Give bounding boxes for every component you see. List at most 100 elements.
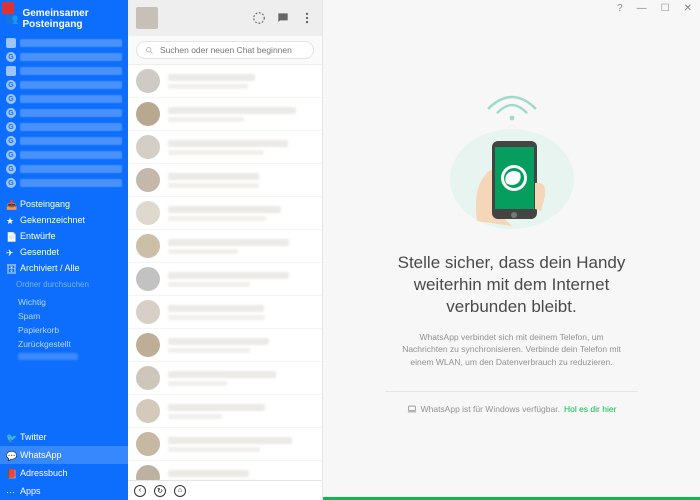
chat-name-redacted <box>168 437 292 444</box>
chat-item[interactable] <box>128 230 322 263</box>
sidebar-item-adressbuch[interactable]: 📕 Adressbuch <box>0 464 128 482</box>
subfolder-item[interactable] <box>0 351 128 362</box>
account-avatar: G <box>6 122 16 132</box>
folder-item[interactable]: 📄Entwürfe <box>0 228 128 244</box>
folder-search[interactable]: Ordner durchsuchen <box>16 280 122 289</box>
book-icon: 📕 <box>6 469 15 478</box>
subfolder-item[interactable]: Papierkorb <box>0 323 128 337</box>
chat-name-redacted <box>168 272 289 279</box>
chat-item[interactable] <box>128 263 322 296</box>
new-chat-icon[interactable] <box>276 11 290 25</box>
subfolder-item[interactable]: Wichtig <box>0 295 128 309</box>
divider <box>385 391 639 392</box>
sidebar: 👥 Gemeinsamer Posteingang GGGGGGGGG 📥Pos… <box>0 0 128 500</box>
sidebar-item-label: Adressbuch <box>20 468 68 478</box>
subfolder-item[interactable]: Zurückgestellt <box>0 337 128 351</box>
chat-avatar <box>136 234 160 258</box>
chat-item[interactable] <box>128 131 322 164</box>
chat-avatar <box>136 432 160 456</box>
chat-item[interactable] <box>128 296 322 329</box>
download-link[interactable]: Hol es dir hier <box>564 404 616 414</box>
account-avatar: G <box>6 178 16 188</box>
chat-item[interactable] <box>128 65 322 98</box>
chat-item[interactable] <box>128 329 322 362</box>
chat-name-redacted <box>168 371 276 378</box>
account-avatar: G <box>6 94 16 104</box>
folder-label: Posteingang <box>20 199 70 209</box>
chat-preview-redacted <box>168 414 222 419</box>
account-item[interactable]: G <box>0 148 128 162</box>
chat-search-input[interactable] <box>160 45 305 55</box>
sidebar-item-twitter[interactable]: 🐦Twitter <box>0 428 128 446</box>
account-avatar: G <box>6 136 16 146</box>
help-button[interactable]: ? <box>617 3 623 14</box>
chat-avatar <box>136 201 160 225</box>
download-line: WhatsApp ist für Windows verfügbar. Hol … <box>407 404 617 414</box>
chat-list-column: ‹ ↻ ⌂ <box>128 0 323 500</box>
back-icon[interactable]: ‹ <box>134 485 146 497</box>
folder-label: Entwürfe <box>20 231 56 241</box>
sidebar-item-apps[interactable]: ⋯Apps <box>0 482 128 500</box>
app-logo <box>2 2 14 14</box>
minimize-button[interactable]: — <box>637 3 647 14</box>
chat-name-redacted <box>168 206 281 213</box>
chat-preview-redacted <box>168 150 264 155</box>
maximize-button[interactable]: ☐ <box>661 3 670 14</box>
account-item[interactable]: G <box>0 78 128 92</box>
apps-icon: ⋯ <box>6 487 15 496</box>
chat-avatar <box>136 69 160 93</box>
chat-name-redacted <box>168 239 289 246</box>
account-item[interactable]: G <box>0 92 128 106</box>
chat-name-redacted <box>168 74 255 81</box>
account-name-redacted <box>20 39 122 47</box>
account-item[interactable]: G <box>0 106 128 120</box>
folder-item[interactable]: ★Gekennzeichnet <box>0 212 128 228</box>
account-item[interactable] <box>0 36 128 50</box>
account-name-redacted <box>20 53 122 61</box>
account-item[interactable]: G <box>0 120 128 134</box>
chat-item[interactable] <box>128 428 322 461</box>
sidebar-title: Gemeinsamer Posteingang <box>22 8 122 30</box>
chat-avatar <box>136 399 160 423</box>
chat-item[interactable] <box>128 362 322 395</box>
people-icon: 👥 <box>6 14 18 25</box>
folder-item[interactable]: ✈Gesendet <box>0 244 128 260</box>
chat-avatar <box>136 366 160 390</box>
chat-name-redacted <box>168 305 264 312</box>
folder-item[interactable]: 📥Posteingang <box>0 196 128 212</box>
avatar[interactable] <box>136 7 158 29</box>
home-icon[interactable]: ⌂ <box>174 485 186 497</box>
chat-name-redacted <box>168 404 265 411</box>
chat-item[interactable] <box>128 461 322 480</box>
account-item[interactable]: G <box>0 50 128 64</box>
main-title: Stelle sicher, dass dein Handy weiterhin… <box>377 252 647 318</box>
chat-preview-redacted <box>168 117 244 122</box>
chat-item[interactable] <box>128 164 322 197</box>
menu-icon[interactable] <box>300 11 314 25</box>
sync-icon[interactable]: ↻ <box>154 485 166 497</box>
account-list: GGGGGGGGG <box>0 36 128 190</box>
main-description: WhatsApp verbindet sich mit deinem Telef… <box>397 331 627 369</box>
chat-name-redacted <box>168 470 249 477</box>
search-icon <box>145 46 154 55</box>
chat-item[interactable] <box>128 197 322 230</box>
chat-preview-redacted <box>168 348 250 353</box>
chat-item[interactable] <box>128 98 322 131</box>
chat-item[interactable] <box>128 395 322 428</box>
account-item[interactable]: G <box>0 134 128 148</box>
account-item[interactable] <box>0 64 128 78</box>
folder-item[interactable]: 🗄Archiviert / Alle <box>0 260 128 276</box>
close-button[interactable]: ✕ <box>684 3 692 14</box>
chat-list[interactable] <box>128 65 322 480</box>
account-item[interactable]: G <box>0 162 128 176</box>
subfolder-item[interactable]: Spam <box>0 309 128 323</box>
account-item[interactable]: G <box>0 176 128 190</box>
chat-name-redacted <box>168 338 269 345</box>
chat-search-bar <box>128 36 322 65</box>
folder-label: Archiviert / Alle <box>20 263 80 273</box>
sidebar-item-whatsapp[interactable]: 💬WhatsApp <box>0 446 128 464</box>
status-icon[interactable] <box>252 11 266 25</box>
account-avatar <box>6 66 16 76</box>
phone-in-hand-icon <box>447 111 577 236</box>
unified-inbox-header[interactable]: 👥 Gemeinsamer Posteingang <box>0 0 128 36</box>
